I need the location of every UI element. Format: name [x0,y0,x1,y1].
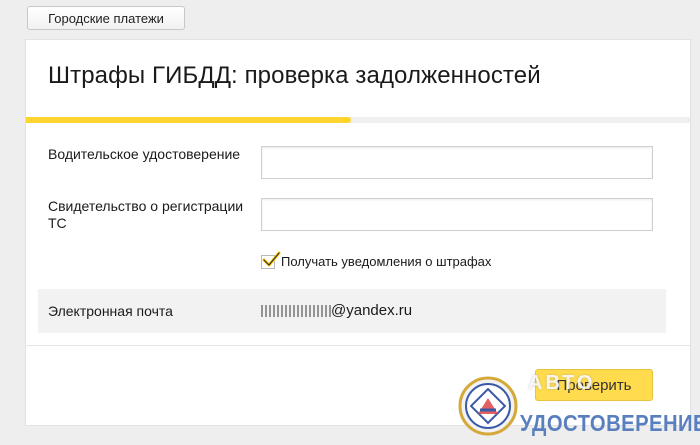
email-row: Электронная почта @yandex.ru [38,289,666,333]
license-input[interactable] [261,146,653,179]
notify-checkbox[interactable] [261,251,281,269]
email-field[interactable]: @yandex.ru [261,302,412,319]
email-label: Электронная почта [48,303,173,319]
notify-checkbox-row[interactable]: Получать уведомления о штрафах [261,251,492,269]
city-payments-button[interactable]: Городские платежи [27,6,185,30]
registration-input[interactable] [261,198,653,231]
fines-form-card: Штрафы ГИБДД: проверка задолженностей Во… [26,40,690,425]
check-button[interactable]: Проверить [535,369,653,401]
progress-bar [26,117,690,123]
divider [26,345,690,346]
license-label: Водительское удостоверение [48,146,241,162]
notify-label: Получать уведомления о штрафах [281,254,492,269]
obscured-email-user [261,305,331,318]
registration-label: Свидетельство о регистрации ТС [48,198,244,231]
page-title: Штрафы ГИБДД: проверка задолженностей [48,62,541,89]
progress-fill [26,117,352,123]
page: Городские платежи Штрафы ГИБДД: проверка… [0,0,700,445]
email-value: @yandex.ru [331,302,413,319]
checkmark-icon [262,251,281,266]
